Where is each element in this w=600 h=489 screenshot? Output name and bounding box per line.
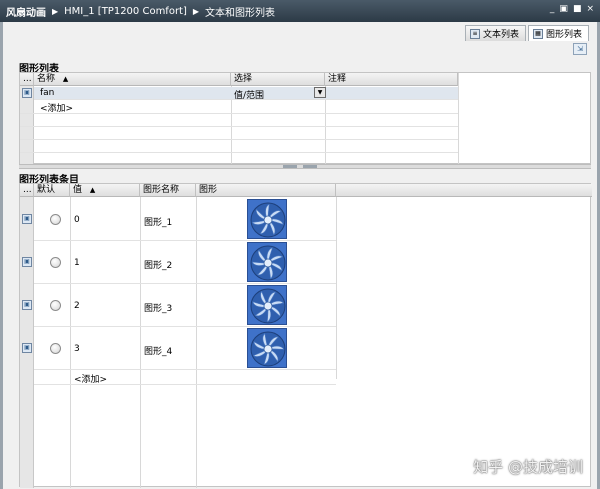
tab-label: 文本列表	[482, 30, 519, 40]
float-icon[interactable]: ■	[573, 4, 582, 14]
editor-frame: ≡ 文本列表 ▦ 图形列表 ⇲ 图形列表 ... 名称 ▲ 选择 注释 ▣ fa…	[0, 22, 600, 489]
minimize-icon[interactable]: _	[550, 4, 555, 14]
entry-graphic-name[interactable]: 图形_3	[144, 301, 172, 314]
entry-graphic-name[interactable]: 图形_1	[144, 215, 172, 228]
graphic-list-title: 图形列表	[19, 64, 59, 75]
fan-image[interactable]	[247, 285, 287, 325]
entry-row-icon: ▣	[22, 343, 32, 353]
entry-value[interactable]: 3	[74, 344, 80, 354]
row-divider	[20, 126, 458, 127]
entry-value[interactable]: 1	[74, 258, 80, 268]
selection-dropdown-icon[interactable]: ▼	[314, 87, 326, 98]
row-divider	[20, 139, 458, 140]
breadcrumb-arrow-icon: ▶	[192, 6, 200, 16]
close-icon[interactable]: ×	[586, 4, 594, 14]
column-header-filler	[336, 184, 592, 197]
restore-icon[interactable]: ▣	[559, 4, 568, 14]
tab-text-list[interactable]: ≡ 文本列表	[464, 25, 526, 41]
entry-row-icon: ▣	[22, 257, 32, 267]
row-divider	[34, 99, 458, 100]
fan-icon	[250, 245, 286, 281]
toolbar-export-icon[interactable]: ⇲	[573, 43, 587, 55]
breadcrumb-project[interactable]: 风扇动画	[6, 4, 46, 19]
column-header-graphic[interactable]: 图形	[196, 184, 336, 197]
fan-icon	[250, 288, 286, 324]
default-radio[interactable]	[50, 300, 61, 311]
editor-tabs: ≡ 文本列表 ▦ 图形列表	[464, 25, 589, 41]
entry-row-icon: ▣	[22, 300, 32, 310]
window-controls: _ ▣ ■ ×	[550, 4, 594, 14]
fan-image[interactable]	[247, 199, 287, 239]
fan-image[interactable]	[247, 328, 287, 368]
graphic-list-icon: ▦	[532, 28, 543, 39]
title-bar: 风扇动画 ▶ HMI_1 [TP1200 Comfort] ▶ 文本和图形列表 …	[0, 0, 600, 22]
graphic-entries-title: 图形列表条目	[19, 175, 79, 186]
column-divider	[458, 73, 459, 165]
entry-value[interactable]: 0	[74, 215, 80, 225]
column-name-label: 名称	[37, 74, 56, 84]
fan-icon	[250, 331, 286, 367]
graphic-list-name[interactable]: fan	[40, 88, 54, 98]
column-header-comment[interactable]: 注释	[325, 73, 458, 86]
row-divider	[20, 152, 458, 153]
breadcrumb-device[interactable]: HMI_1 [TP1200 Comfort]	[64, 6, 187, 17]
default-radio[interactable]	[50, 343, 61, 354]
column-header-selection[interactable]: 选择	[231, 73, 325, 86]
row-divider	[20, 113, 458, 114]
breadcrumb-page: 文本和图形列表	[205, 7, 276, 19]
graphic-list-table: ... 名称 ▲ 选择 注释 ▣ fan 值/范围 ▼ <添加>	[19, 72, 591, 165]
fan-icon	[250, 202, 286, 238]
splitter-grip-down[interactable]	[303, 165, 317, 168]
entry-graphic-name[interactable]: 图形_2	[144, 258, 172, 271]
default-radio[interactable]	[50, 257, 61, 268]
entry-value[interactable]: 2	[74, 301, 80, 311]
tab-graphic-list[interactable]: ▦ 图形列表	[527, 25, 589, 41]
column-header-default[interactable]: 默认	[34, 184, 70, 197]
column-header-dots[interactable]: ...	[20, 73, 34, 86]
text-list-icon: ≡	[469, 28, 480, 39]
column-header-graphic-name[interactable]: 图形名称	[140, 184, 196, 197]
watermark: 知乎 @技成培训	[473, 458, 583, 476]
graphic-list-row-icon: ▣	[22, 88, 32, 98]
column-header-value[interactable]: 值 ▲	[70, 184, 140, 197]
pane-splitter[interactable]	[19, 164, 591, 169]
tab-label: 图形列表	[545, 30, 582, 40]
row-divider	[34, 384, 336, 385]
column-header-dots[interactable]: ...	[20, 184, 34, 197]
sort-ascending-icon: ▲	[62, 75, 69, 83]
row-divider	[34, 369, 336, 370]
entry-row-icon: ▣	[22, 214, 32, 224]
sort-ascending-icon: ▲	[89, 186, 96, 194]
splitter-grip-up[interactable]	[283, 165, 297, 168]
row-header-strip	[20, 184, 34, 488]
column-value-label: 值	[73, 185, 83, 195]
default-radio[interactable]	[50, 214, 61, 225]
fan-image[interactable]	[247, 242, 287, 282]
breadcrumb-arrow-icon: ▶	[52, 6, 59, 16]
column-header-name[interactable]: 名称 ▲	[34, 73, 231, 86]
entry-graphic-name[interactable]: 图形_4	[144, 344, 172, 357]
graphic-entries-table: ... 默认 值 ▲ 图形名称 图形 ▣ 0 图形_1 ▣ 1 图形_2 ▣ 2…	[19, 183, 592, 488]
column-divider	[336, 197, 337, 379]
